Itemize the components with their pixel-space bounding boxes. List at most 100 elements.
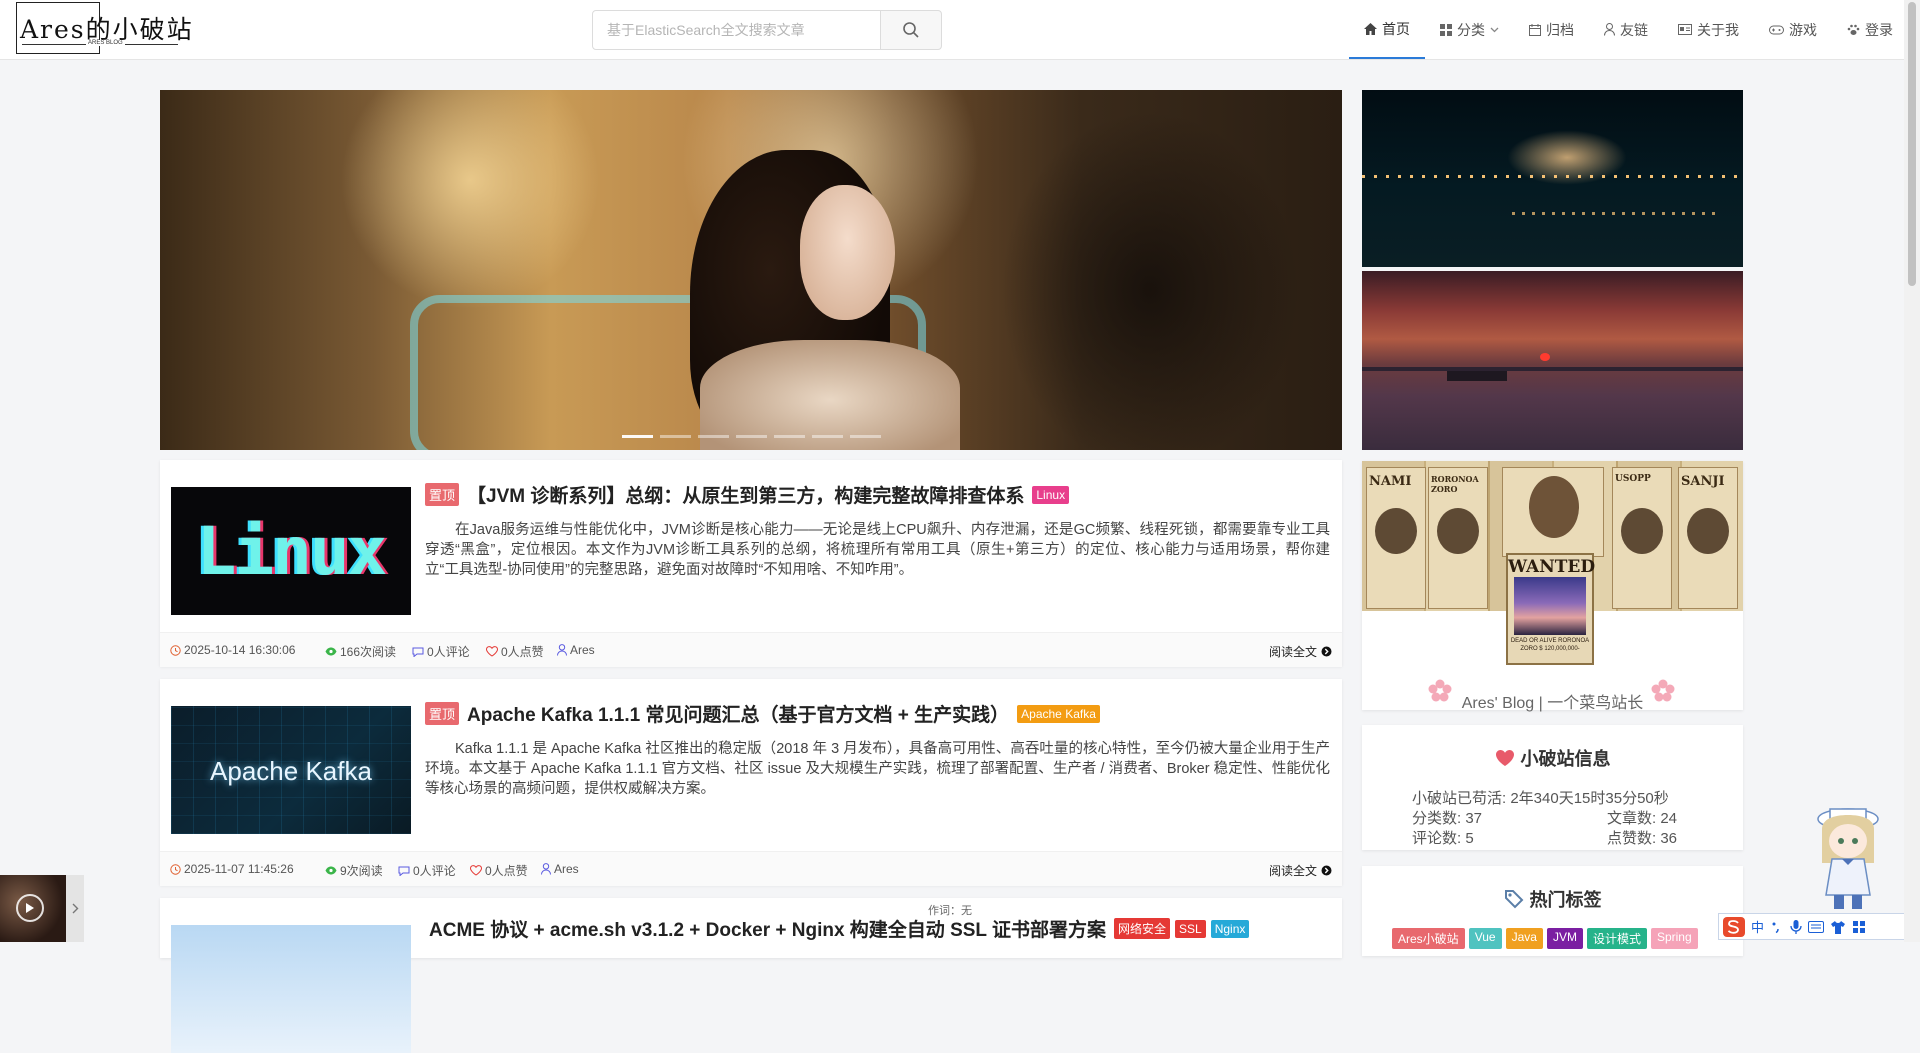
hot-tag[interactable]: Vue xyxy=(1468,928,1502,949)
nav-about[interactable]: 关于我 xyxy=(1663,0,1754,59)
nav-home-label: 首页 xyxy=(1382,20,1410,37)
play-button[interactable] xyxy=(16,894,44,922)
hot-tag[interactable]: Java xyxy=(1505,928,1543,949)
poster-face xyxy=(1529,476,1579,538)
microphone-icon[interactable] xyxy=(1790,919,1802,935)
pinned-badge: 置顶 xyxy=(425,702,460,725)
user-icon xyxy=(541,863,551,875)
eye-icon xyxy=(325,647,337,656)
punctuation-icon[interactable] xyxy=(1770,920,1784,934)
hot-tags-card: 热门标签 Ares小破站 Vue Java JVM 设计模式 Spring xyxy=(1362,866,1743,956)
hot-tag[interactable]: Ares小破站 xyxy=(1392,928,1465,949)
search-input[interactable] xyxy=(592,10,881,50)
paw-icon xyxy=(1847,24,1860,35)
site-logo[interactable]: Ares的小破站 ARES BLOG xyxy=(16,2,192,56)
user-icon xyxy=(557,644,567,656)
wanted-poster xyxy=(1502,467,1604,557)
meta-reads: 9次阅读 xyxy=(325,862,383,879)
blurred-foreground xyxy=(1000,110,1300,450)
grid-icon xyxy=(1440,23,1452,36)
meta-likes-text: 0人点赞 xyxy=(501,645,544,659)
avatar-caption: DEAD OR ALIVE RORONOA ZORO $ 120,000,000… xyxy=(1510,638,1590,652)
idcard-icon xyxy=(1678,24,1692,35)
meta-likes: 0人点赞 xyxy=(470,862,528,879)
nav-archive-label: 归档 xyxy=(1546,21,1574,38)
nav-games[interactable]: 游戏 xyxy=(1754,0,1832,59)
keyboard-icon[interactable] xyxy=(1808,920,1825,933)
article-thumbnail[interactable]: Apache Kafka xyxy=(171,706,411,834)
person-face xyxy=(800,185,895,320)
meta-author-text[interactable]: Ares xyxy=(554,862,579,876)
nav-archive[interactable]: 归档 xyxy=(1514,0,1589,59)
avatar-photo xyxy=(1514,577,1586,635)
search-bar xyxy=(592,10,942,50)
meta-author-text[interactable]: Ares xyxy=(570,643,595,657)
music-player[interactable] xyxy=(0,875,66,942)
carousel-dot[interactable] xyxy=(622,435,653,438)
mascot-character[interactable] xyxy=(1808,805,1888,915)
hot-tag[interactable]: Spring xyxy=(1650,928,1698,949)
poster-face xyxy=(1687,508,1729,554)
carousel-dot[interactable] xyxy=(850,435,881,438)
search-icon xyxy=(903,22,919,38)
thumbnail-text: Linux xyxy=(196,513,388,590)
meta-comments-text: 0人评论 xyxy=(413,864,456,878)
article-tag[interactable]: 网络安全 xyxy=(1113,918,1170,939)
carousel-dot[interactable] xyxy=(812,435,843,438)
avatar-wanted-label: WANTED xyxy=(1508,557,1596,577)
article-tag[interactable]: SSL xyxy=(1175,919,1206,938)
heart-icon xyxy=(486,646,498,657)
gamepad-icon xyxy=(1769,25,1784,34)
eye-icon xyxy=(325,866,337,875)
article-thumbnail[interactable]: Linux xyxy=(171,487,411,615)
bokeh-light xyxy=(340,90,600,310)
nav-about-label: 关于我 xyxy=(1697,21,1739,38)
comment-icon xyxy=(398,866,410,876)
ime-toolbar[interactable]: 中 xyxy=(1718,913,1908,940)
wanted-poster: SANJI xyxy=(1678,467,1738,609)
search-button[interactable] xyxy=(880,10,942,50)
nav-friends[interactable]: 友链 xyxy=(1589,0,1663,59)
featured-image-night-lake[interactable] xyxy=(1362,90,1743,267)
toolbox-icon[interactable] xyxy=(1852,920,1866,934)
meta-comments: 0人评论 xyxy=(398,862,456,879)
scrollbar-thumb[interactable] xyxy=(1908,2,1916,286)
featured-image-sunset-sea[interactable] xyxy=(1362,271,1743,450)
read-more-link[interactable]: 阅读全文 xyxy=(1269,862,1332,879)
nav-home[interactable]: 首页 xyxy=(1349,0,1425,59)
read-more-label: 阅读全文 xyxy=(1268,645,1317,659)
article-tag[interactable]: Apache Kafka xyxy=(1017,704,1100,723)
meta-date-text: 2025-10-14 16:30:06 xyxy=(184,643,296,657)
profile-avatar[interactable]: WANTED DEAD OR ALIVE RORONOA ZORO $ 120,… xyxy=(1506,553,1596,665)
page-scrollbar[interactable] xyxy=(1904,0,1920,942)
nav-games-label: 游戏 xyxy=(1789,21,1817,38)
article-thumbnail[interactable] xyxy=(171,925,411,1053)
nav-category[interactable]: 分类 xyxy=(1425,0,1514,59)
comment-icon xyxy=(412,647,424,657)
read-more-link[interactable]: 阅读全文 xyxy=(1269,643,1332,660)
article-title[interactable]: Apache Kafka 1.1.1 常见问题汇总（基于官方文档 + 生产实践） xyxy=(467,700,1009,727)
article-title[interactable]: ACME 协议 + acme.sh v3.1.2 + Docker + Ngin… xyxy=(429,915,1106,942)
carousel-dot[interactable] xyxy=(774,435,805,438)
hero-carousel[interactable] xyxy=(160,90,1342,450)
nav-login[interactable]: 登录 xyxy=(1832,0,1908,59)
main-nav: 首页 分类 归档 友链 关于我 游戏 登录 xyxy=(1349,0,1908,59)
article-tag[interactable]: Linux xyxy=(1032,485,1070,504)
poster-face xyxy=(1621,508,1663,554)
home-icon xyxy=(1364,22,1377,35)
hot-tag[interactable]: JVM xyxy=(1546,928,1583,949)
carousel-dot[interactable] xyxy=(736,435,767,438)
hot-tag[interactable]: 设计模式 xyxy=(1586,928,1647,949)
ime-chinese-mode[interactable]: 中 xyxy=(1751,917,1764,936)
poster-face xyxy=(1375,508,1417,554)
site-info-title: 小破站信息 xyxy=(1520,749,1611,769)
player-collapse-toggle[interactable] xyxy=(66,875,84,942)
meta-reads-text: 166次阅读 xyxy=(340,645,397,659)
carousel-dot[interactable] xyxy=(698,435,729,438)
carousel-dot[interactable] xyxy=(660,435,691,438)
article-title[interactable]: 【JVM 诊断系列】总纲：从原生到第三方，构建完整故障排查体系 xyxy=(467,481,1024,508)
category-count: 分类数: 37 xyxy=(1412,810,1483,827)
skin-shirt-icon[interactable] xyxy=(1830,920,1846,934)
article-tag[interactable]: Nginx xyxy=(1210,919,1250,938)
play-icon xyxy=(26,903,34,913)
